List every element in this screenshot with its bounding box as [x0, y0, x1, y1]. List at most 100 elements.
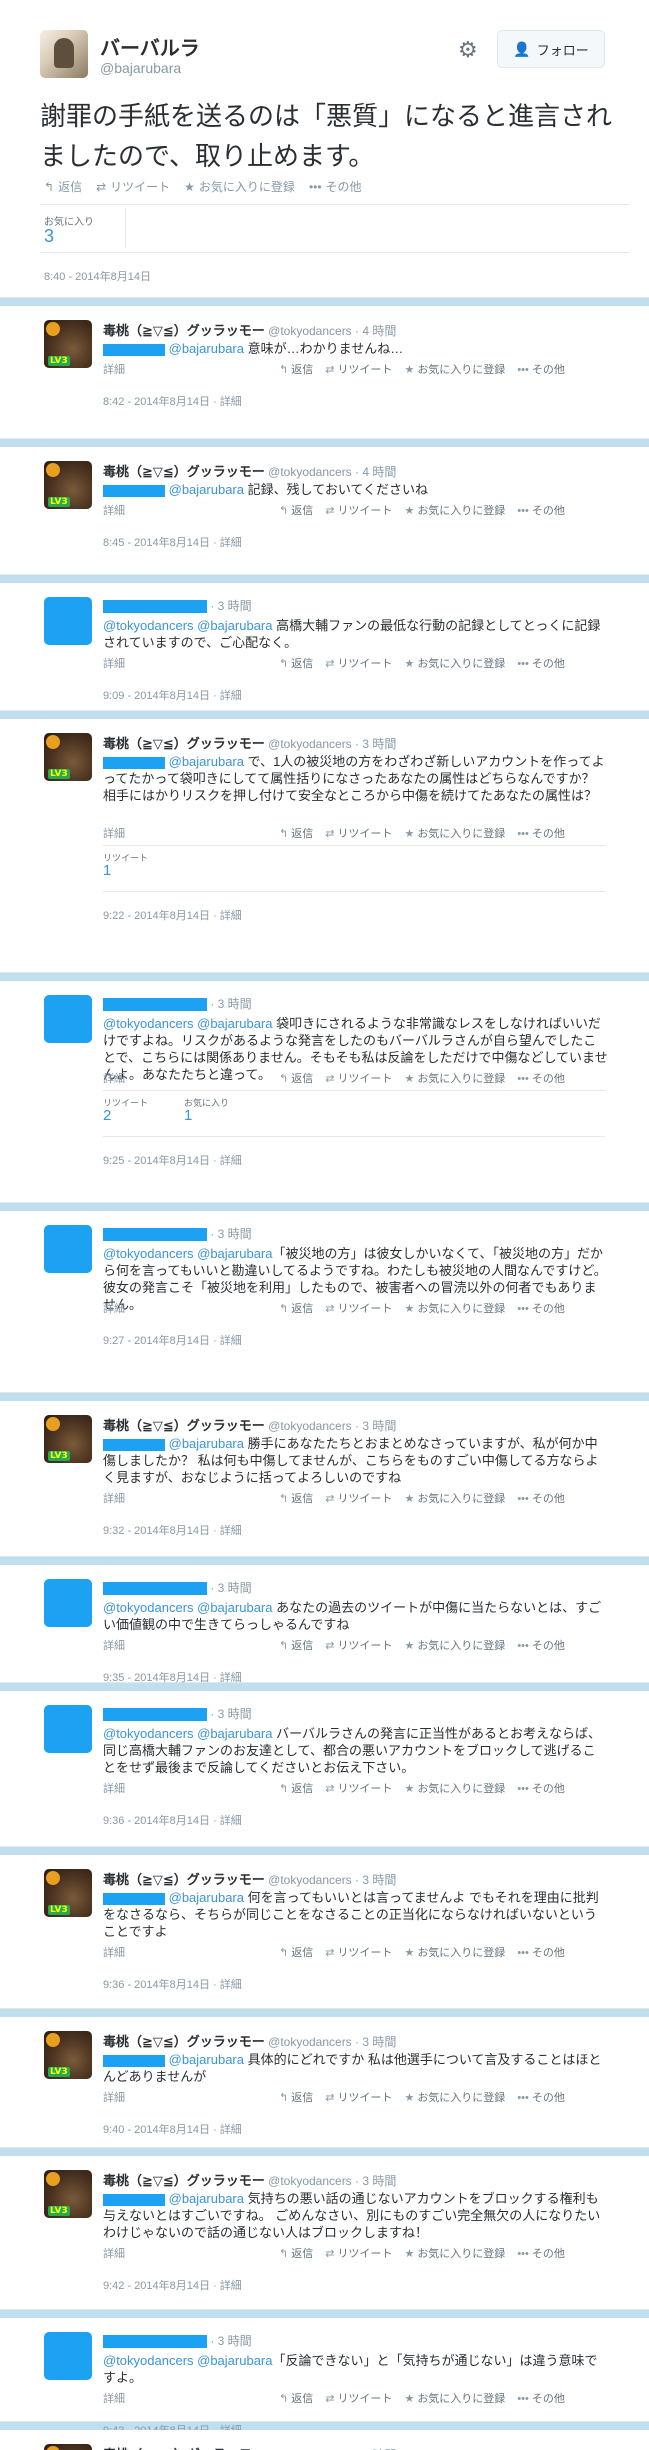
timestamp[interactable]: 9:35 - 2014年8月14日: [103, 1672, 210, 1684]
reply-button[interactable]: ↰ 返信: [279, 1300, 313, 1316]
avatar[interactable]: [44, 995, 92, 1043]
author-name[interactable]: 毒桃（≧▽≦）グッラッモー: [103, 2034, 265, 2049]
retweet-button[interactable]: ⇄ リツイート: [325, 825, 392, 841]
more-button[interactable]: ••• その他: [517, 655, 565, 671]
mention-link[interactable]: @bajarubara: [169, 2052, 244, 2067]
avatar[interactable]: [44, 733, 92, 781]
more-button[interactable]: ••• その他: [517, 1070, 565, 1086]
reply-button[interactable]: ↰ 返信: [279, 1637, 313, 1653]
mention-link[interactable]: @bajarubara: [169, 482, 244, 497]
reply-author[interactable]: 毒桃（≧▽≦）グッラッモー @tokyodancers · 3 時間: [103, 1415, 396, 1434]
reply-button[interactable]: ↰ 返信: [279, 1944, 313, 1960]
retweet-button[interactable]: ⇄ リツイート: [325, 655, 392, 671]
more-button[interactable]: ••• その他: [517, 1300, 565, 1316]
detail-link[interactable]: 詳細: [103, 1944, 125, 1960]
reply-author[interactable]: · 3 時間: [103, 995, 252, 1012]
main-favorite-button[interactable]: ★ お気に入りに登録: [184, 178, 295, 195]
reply-button[interactable]: ↰ 返信: [279, 655, 313, 671]
more-button[interactable]: ••• その他: [517, 1780, 565, 1796]
favorite-button[interactable]: ★ お気に入りに登録: [404, 361, 505, 377]
author-name[interactable]: 毒桃（≧▽≦）グッラッモー: [103, 1872, 265, 1887]
author-name[interactable]: 毒桃（≧▽≦）グッラッモー: [103, 1418, 265, 1433]
timestamp[interactable]: 9:36 - 2014年8月14日: [103, 1815, 210, 1827]
retweet-button[interactable]: ⇄ リツイート: [325, 2245, 392, 2261]
detail-link[interactable]: 詳細: [103, 1780, 125, 1796]
favorite-button[interactable]: ★ お気に入りに登録: [404, 2390, 505, 2406]
main-avatar[interactable]: [40, 30, 88, 78]
detail-link[interactable]: 詳細: [103, 2245, 125, 2261]
avatar[interactable]: [44, 1225, 92, 1273]
mention-link[interactable]: @tokyodancers @bajarubara: [103, 1016, 272, 1031]
favorite-button[interactable]: ★ お気に入りに登録: [404, 2245, 505, 2261]
main-retweet-button[interactable]: ⇄ リツイート: [96, 178, 170, 195]
avatar[interactable]: [44, 1705, 92, 1753]
reply-timestamp[interactable]: 9:36 - 2014年8月14日 · 詳細: [103, 1812, 242, 1828]
timestamp[interactable]: 9:36 - 2014年8月14日: [103, 1979, 210, 1991]
reply-button[interactable]: ↰ 返信: [279, 2089, 313, 2105]
timestamp[interactable]: 9:25 - 2014年8月14日: [103, 1155, 210, 1167]
timestamp[interactable]: 9:27 - 2014年8月14日: [103, 1335, 210, 1347]
timestamp[interactable]: 9:32 - 2014年8月14日: [103, 1525, 210, 1537]
author-name[interactable]: 毒桃（≧▽≦）グッラッモー: [103, 464, 265, 479]
main-more-button[interactable]: ••• その他: [309, 178, 362, 195]
favorite-button[interactable]: ★ お気に入りに登録: [404, 1300, 505, 1316]
timestamp[interactable]: 8:45 - 2014年8月14日: [103, 537, 210, 549]
mention-link[interactable]: @tokyodancers @bajarubara: [103, 1600, 272, 1615]
detail-link[interactable]: · 詳細: [210, 1155, 242, 1167]
reply-author[interactable]: 毒桃（≧▽≦）グッラッモー @tokyodancers · 3 時間: [103, 2444, 396, 2450]
detail-link[interactable]: · 詳細: [210, 2124, 242, 2136]
reply-button[interactable]: ↰ 返信: [279, 361, 313, 377]
reply-button[interactable]: ↰ 返信: [279, 1490, 313, 1506]
reply-button[interactable]: ↰ 返信: [279, 2390, 313, 2406]
mention-link[interactable]: @bajarubara: [169, 1890, 244, 1905]
reply-author[interactable]: 毒桃（≧▽≦）グッラッモー @tokyodancers · 4 時間: [103, 461, 396, 480]
mention-link[interactable]: @bajarubara: [169, 2191, 244, 2206]
avatar[interactable]: [44, 1579, 92, 1627]
reply-button[interactable]: ↰ 返信: [279, 1780, 313, 1796]
main-reply-button[interactable]: ↰ 返信: [44, 178, 82, 195]
reply-author[interactable]: 毒桃（≧▽≦）グッラッモー @tokyodancers · 3 時間: [103, 2170, 396, 2189]
mention-link[interactable]: @tokyodancers @bajarubara: [103, 618, 272, 633]
reply-author[interactable]: 毒桃（≧▽≦）グッラッモー @tokyodancers · 4 時間: [103, 320, 396, 339]
favorite-button[interactable]: ★ お気に入りに登録: [404, 1490, 505, 1506]
mention-link[interactable]: @bajarubara: [169, 341, 244, 356]
retweet-button[interactable]: ⇄ リツイート: [325, 2390, 392, 2406]
timestamp[interactable]: 8:42 - 2014年8月14日: [103, 396, 210, 408]
reply-author[interactable]: · 3 時間: [103, 1225, 252, 1242]
reply-timestamp[interactable]: 9:42 - 2014年8月14日 · 詳細: [103, 2277, 242, 2293]
retweet-button[interactable]: ⇄ リツイート: [325, 1944, 392, 1960]
detail-link[interactable]: 詳細: [103, 2390, 125, 2406]
avatar[interactable]: [44, 320, 92, 368]
avatar[interactable]: [44, 2332, 92, 2380]
reply-author[interactable]: · 3 時間: [103, 1579, 252, 1596]
detail-link[interactable]: · 詳細: [210, 396, 242, 408]
main-author-handle[interactable]: @bajarubara: [100, 60, 181, 76]
retweets-count[interactable]: 1: [103, 862, 111, 879]
reply-author[interactable]: 毒桃（≧▽≦）グッラッモー @tokyodancers · 3 時間: [103, 1869, 396, 1888]
retweet-button[interactable]: ⇄ リツイート: [325, 361, 392, 377]
reply-timestamp[interactable]: 8:42 - 2014年8月14日 · 詳細: [103, 393, 242, 409]
detail-link[interactable]: 詳細: [103, 502, 125, 518]
avatar[interactable]: [44, 2170, 92, 2218]
reply-timestamp[interactable]: 9:36 - 2014年8月14日 · 詳細: [103, 1976, 242, 1992]
detail-link[interactable]: 詳細: [103, 655, 125, 671]
reply-button[interactable]: ↰ 返信: [279, 2245, 313, 2261]
more-button[interactable]: ••• その他: [517, 1944, 565, 1960]
detail-link[interactable]: · 詳細: [210, 537, 242, 549]
timestamp[interactable]: 9:22 - 2014年8月14日: [103, 910, 210, 922]
reply-timestamp[interactable]: 9:25 - 2014年8月14日 · 詳細: [103, 1152, 242, 1168]
avatar[interactable]: [44, 461, 92, 509]
mention-link[interactable]: @bajarubara: [169, 1436, 244, 1451]
favorite-button[interactable]: ★ お気に入りに登録: [404, 1070, 505, 1086]
retweet-button[interactable]: ⇄ リツイート: [325, 502, 392, 518]
timestamp[interactable]: 9:09 - 2014年8月14日: [103, 690, 210, 702]
author-name[interactable]: 毒桃（≧▽≦）グッラッモー: [103, 323, 265, 338]
more-button[interactable]: ••• その他: [517, 502, 565, 518]
reply-timestamp[interactable]: 9:35 - 2014年8月14日 · 詳細: [103, 1669, 242, 1685]
main-timestamp[interactable]: 8:40 - 2014年8月14日: [44, 268, 151, 284]
reply-timestamp[interactable]: 9:27 - 2014年8月14日 · 詳細: [103, 1332, 242, 1348]
author-name[interactable]: 毒桃（≧▽≦）グッラッモー: [103, 2173, 265, 2188]
retweet-button[interactable]: ⇄ リツイート: [325, 2089, 392, 2105]
detail-link[interactable]: · 詳細: [210, 2280, 242, 2292]
favorite-button[interactable]: ★ お気に入りに登録: [404, 825, 505, 841]
